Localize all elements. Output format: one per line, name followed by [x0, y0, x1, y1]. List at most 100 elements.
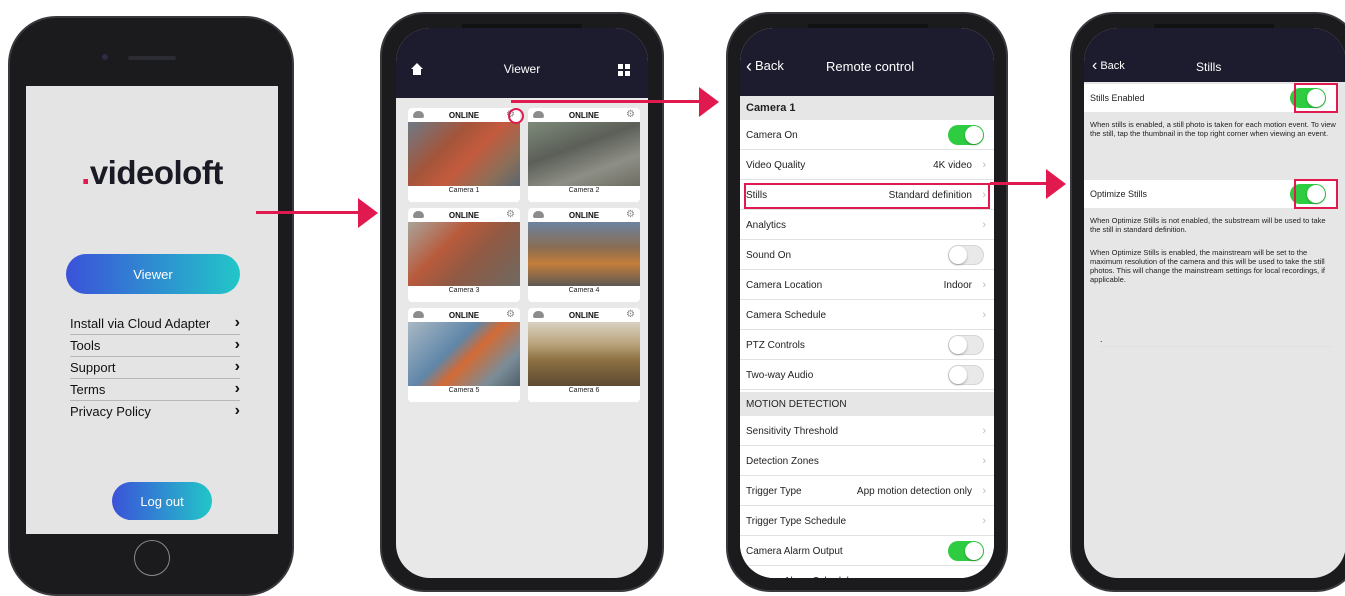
sound-on-toggle[interactable] [948, 245, 984, 265]
row-camera-alarm-schedule[interactable]: Camera Alarm Schedule › [740, 566, 994, 578]
phone-4: ‹ Back Stills Stills Enabled When stills… [1070, 12, 1345, 592]
arrow-1-line [256, 211, 360, 214]
row-camera-alarm-output[interactable]: Camera Alarm Output [740, 536, 994, 566]
viewer-title: Viewer [503, 62, 541, 76]
row-camera-location[interactable]: Camera Location Indoor › [740, 270, 994, 300]
camera-tile-3[interactable]: ONLINE ⚙ Camera 3 [408, 208, 520, 302]
front-camera [102, 54, 108, 60]
chevron-right-icon: › [982, 309, 986, 321]
stills-title: Stills [1196, 60, 1222, 74]
camera-header: Camera 1 [740, 96, 994, 120]
optimize-stills-description-2: When Optimize Stills is enabled, the mai… [1090, 248, 1325, 284]
arrow-1-head [358, 198, 378, 228]
chevron-left-icon: ‹ [746, 55, 752, 76]
chevron-right-icon: › [234, 314, 240, 331]
divider [1100, 346, 1332, 347]
back-label: Back [1100, 60, 1125, 72]
row-trigger-type-schedule[interactable]: Trigger Type Schedule › [740, 506, 994, 536]
camera-name: Camera 5 [448, 387, 480, 394]
camera-on-toggle[interactable] [948, 125, 984, 145]
camera-name: Camera 6 [568, 387, 600, 394]
earpiece [128, 56, 176, 60]
row-value: App motion detection only [856, 485, 972, 497]
chevron-right-icon: › [982, 219, 986, 231]
gear-highlight-circle [508, 108, 524, 124]
status-badge: ONLINE [448, 310, 480, 320]
stills-enabled-description: When stills is enabled, a still photo is… [1090, 120, 1336, 138]
optimize-stills-toggle-highlight [1294, 179, 1338, 209]
screen-stills: ‹ Back Stills Stills Enabled When stills… [1084, 28, 1345, 578]
row-video-quality[interactable]: Video Quality 4K video › [740, 150, 994, 180]
viewer-button[interactable]: Viewer [66, 254, 240, 294]
row-two-way-audio[interactable]: Two-way Audio [740, 360, 994, 390]
menu-item-label: Install via Cloud Adapter [70, 315, 211, 331]
row-label: Trigger Type Schedule [746, 515, 847, 527]
menu-item-terms[interactable]: Terms › [70, 378, 240, 401]
row-sensitivity-threshold[interactable]: Sensitivity Threshold › [740, 416, 994, 446]
stray-dot: . [1100, 334, 1103, 344]
videoloft-logo: .videoloft [26, 154, 278, 192]
chevron-right-icon: › [982, 485, 986, 497]
menu-item-install-cloud-adapter[interactable]: Install via Cloud Adapter › [70, 312, 240, 335]
arrow-2-head [699, 87, 719, 117]
camera-alarm-output-toggle[interactable] [948, 541, 984, 561]
row-trigger-type[interactable]: Trigger Type App motion detection only › [740, 476, 994, 506]
motion-detection-header: MOTION DETECTION [740, 392, 994, 416]
camera-name: Camera 3 [448, 287, 480, 294]
gear-icon[interactable]: ⚙ [626, 310, 635, 320]
screen-home: .videoloft Viewer Install via Cloud Adap… [26, 86, 278, 534]
menu-item-privacy-policy[interactable]: Privacy Policy › [70, 400, 240, 422]
camera-thumbnail [528, 222, 640, 286]
ptz-controls-toggle[interactable] [948, 335, 984, 355]
row-analytics[interactable]: Analytics › [740, 210, 994, 240]
menu-item-label: Tools [70, 337, 101, 353]
camera-tile-4[interactable]: ONLINE ⚙ Camera 4 [528, 208, 640, 302]
camera-tile-2[interactable]: ONLINE ⚙ Camera 2 [528, 108, 640, 202]
row-camera-on[interactable]: Camera On [740, 120, 994, 150]
camera-thumbnail [528, 122, 640, 186]
menu-item-support[interactable]: Support › [70, 356, 240, 379]
gear-icon[interactable]: ⚙ [506, 210, 515, 220]
status-badge: ONLINE [568, 110, 600, 120]
home-button[interactable] [134, 540, 170, 576]
back-button[interactable]: ‹ Back [746, 55, 784, 76]
chevron-right-icon: › [982, 515, 986, 527]
chevron-right-icon: › [234, 336, 240, 353]
back-button[interactable]: ‹ Back [1092, 57, 1125, 74]
arrow-2-line [511, 100, 699, 103]
gear-icon[interactable]: ⚙ [626, 110, 635, 120]
chevron-left-icon: ‹ [1092, 57, 1098, 74]
row-detection-zones[interactable]: Detection Zones › [740, 446, 994, 476]
row-sound-on[interactable]: Sound On [740, 240, 994, 270]
row-label: Camera Alarm Output [746, 545, 843, 557]
camera-tile-5[interactable]: ONLINE ⚙ Camera 5 [408, 308, 520, 402]
gear-icon[interactable]: ⚙ [506, 310, 515, 320]
row-label: Detection Zones [746, 455, 819, 467]
row-value: 4K video [933, 159, 972, 171]
gear-icon[interactable]: ⚙ [626, 210, 635, 220]
optimize-stills-description-1: When Optimize Stills is not enabled, the… [1090, 216, 1326, 234]
camera-thumbnail [528, 322, 640, 386]
toggle-knob [949, 246, 967, 264]
row-label: Sensitivity Threshold [746, 425, 839, 437]
logout-button[interactable]: Log out [112, 482, 212, 520]
row-label: Camera On [746, 129, 798, 141]
camera-thumbnail [408, 122, 520, 186]
phone-2: Viewer ONLINE ⚙ Camera 1 ONLINE ⚙ Camera… [380, 12, 664, 592]
phone-3: ‹ Back Remote control Camera 1 Camera On… [726, 12, 1008, 592]
row-camera-schedule[interactable]: Camera Schedule › [740, 300, 994, 330]
camera-thumbnail [408, 222, 520, 286]
screen-remote-control: ‹ Back Remote control Camera 1 Camera On… [740, 28, 994, 578]
menu-item-tools[interactable]: Tools › [70, 334, 240, 357]
toggle-knob [949, 366, 967, 384]
row-label: Sound On [746, 249, 792, 261]
logo-dot: . [81, 154, 90, 191]
two-way-audio-toggle[interactable] [948, 365, 984, 385]
chevron-right-icon: › [234, 402, 240, 419]
grid-icon[interactable] [618, 63, 630, 76]
camera-tile-6[interactable]: ONLINE ⚙ Camera 6 [528, 308, 640, 402]
row-label: Trigger Type [746, 485, 802, 497]
camera-tile-1[interactable]: ONLINE ⚙ Camera 1 [408, 108, 520, 202]
status-badge: ONLINE [568, 310, 600, 320]
row-ptz-controls[interactable]: PTZ Controls [740, 330, 994, 360]
